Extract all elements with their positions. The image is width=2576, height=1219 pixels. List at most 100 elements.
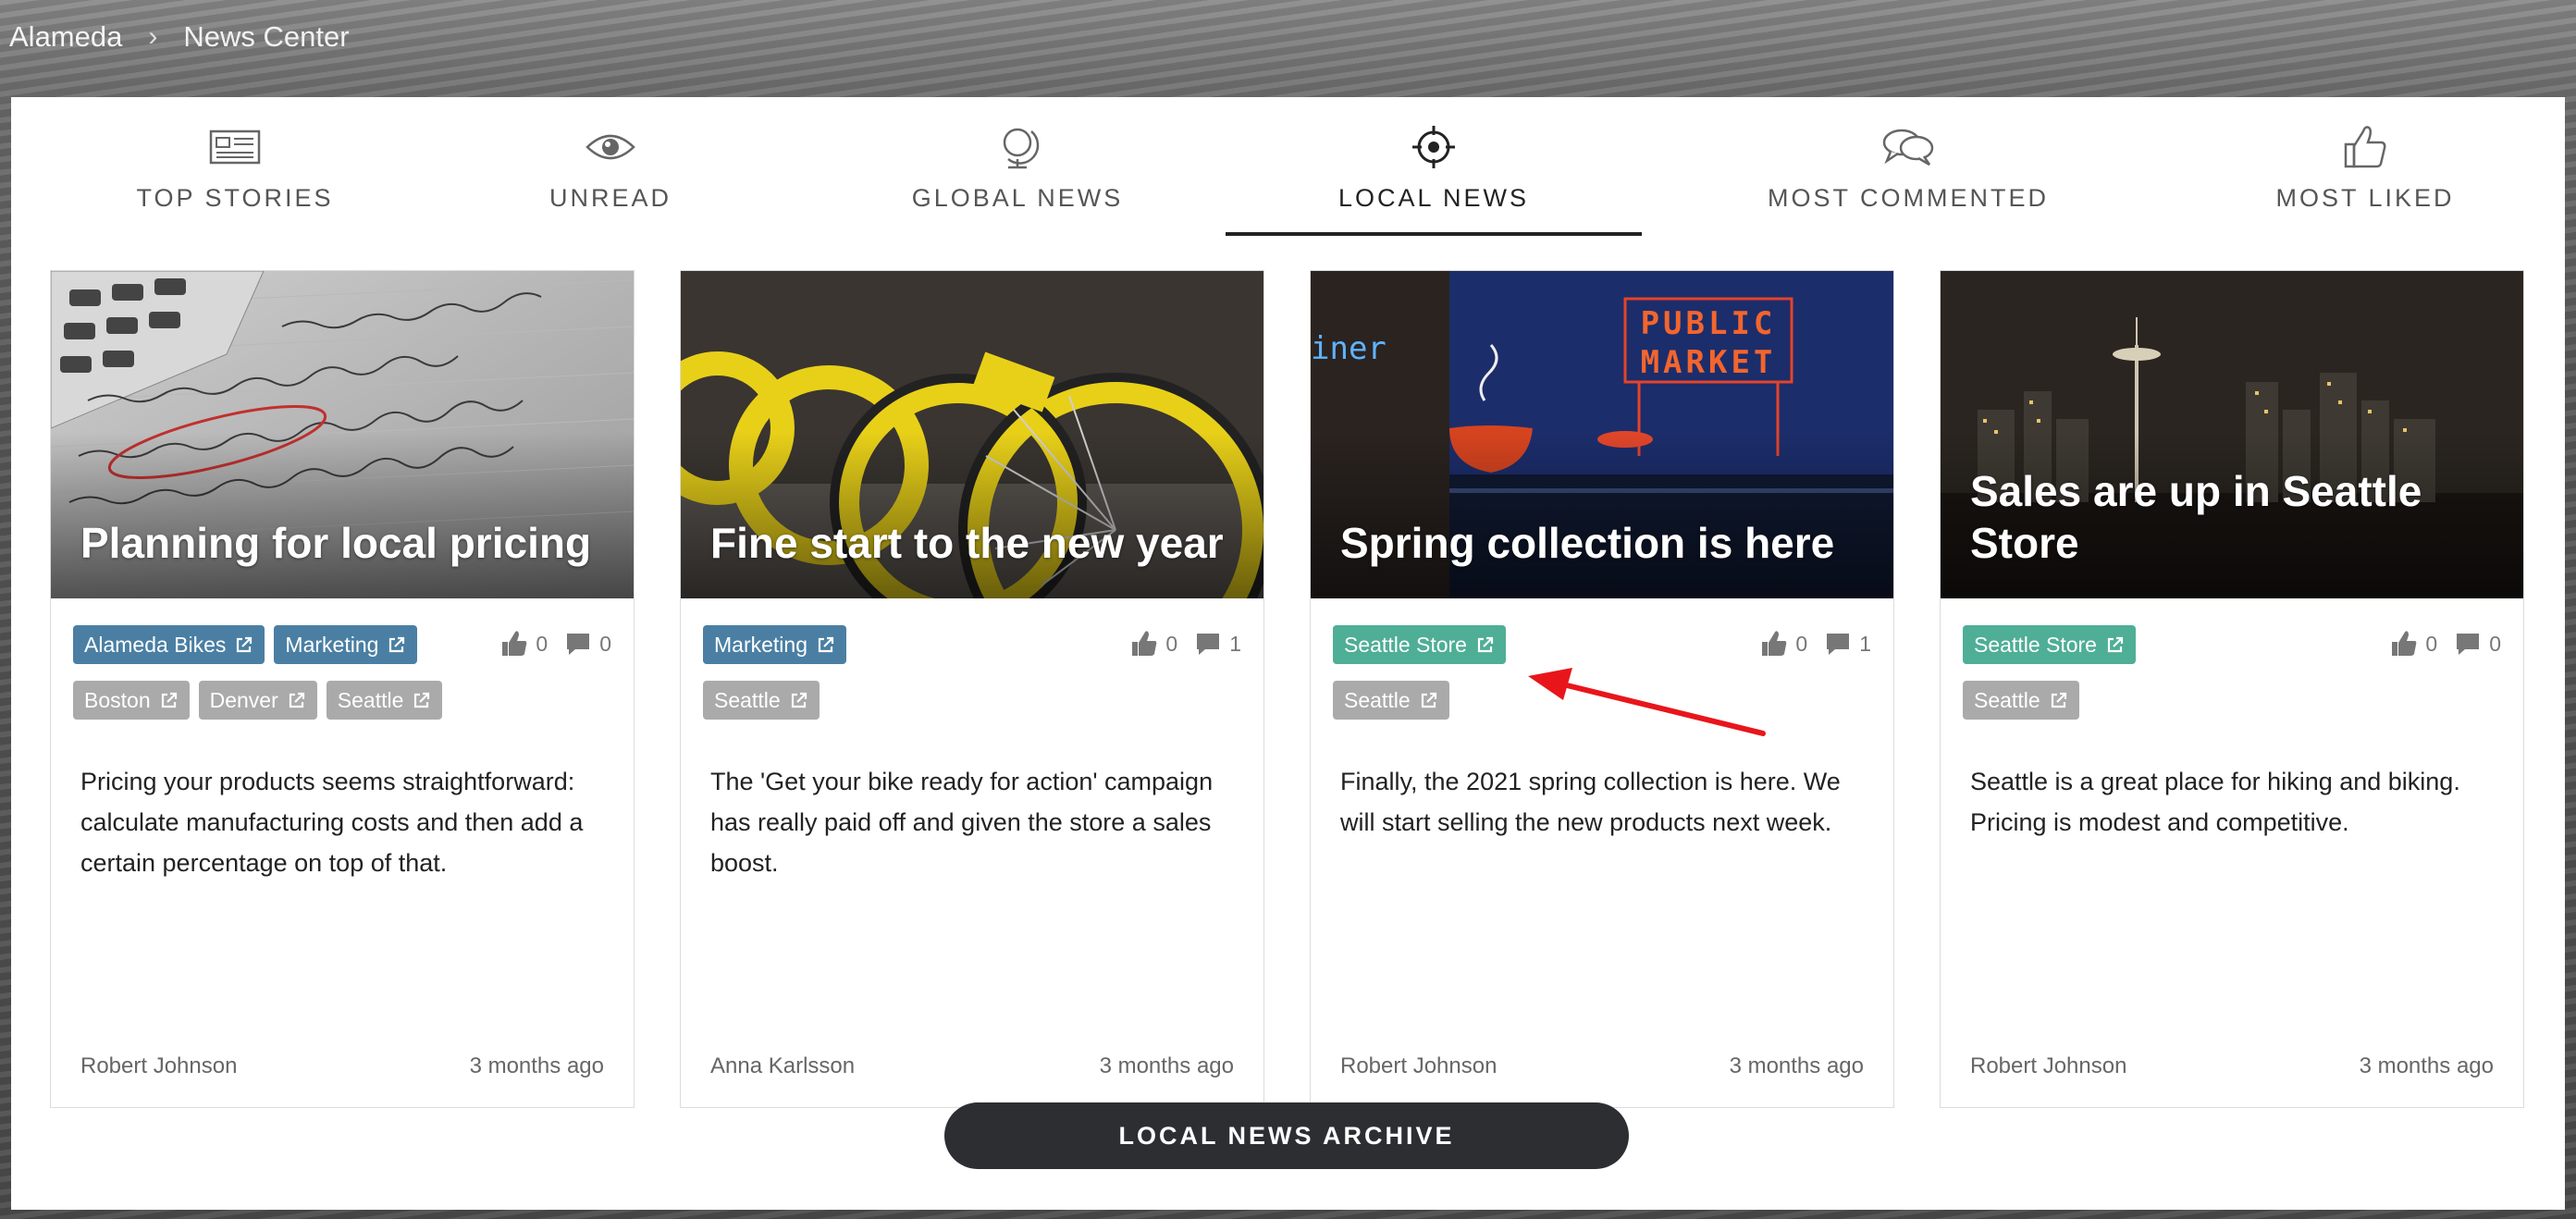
card-title[interactable]: Spring collection is here <box>1340 517 1871 569</box>
tag-marketing[interactable]: Marketing <box>703 625 846 664</box>
tab-global-news[interactable]: GLOBAL NEWS <box>809 97 1226 236</box>
tag-label: Denver <box>209 687 278 712</box>
tag-boston[interactable]: Boston <box>73 681 190 720</box>
tag-list: Seattle Store Seattle <box>1963 625 2351 736</box>
external-link-icon <box>389 636 405 653</box>
like-count: 0 <box>536 631 548 656</box>
image-shade <box>1311 432 1893 598</box>
external-link-icon <box>2107 636 2124 653</box>
tab-top-stories[interactable]: TOP STORIES <box>27 97 443 236</box>
tag-alameda-bikes[interactable]: Alameda Bikes <box>73 625 265 664</box>
news-card[interactable]: Fine start to the new year Marketing Sea… <box>680 270 1264 1108</box>
card-excerpt: Finally, the 2021 spring collection is h… <box>1340 768 1841 836</box>
external-link-icon <box>237 636 253 653</box>
image-shade <box>51 432 634 598</box>
tag-seattle[interactable]: Seattle <box>1333 681 1449 720</box>
card-image-yellow-bikes: Fine start to the new year <box>681 271 1263 598</box>
news-card[interactable]: Planning for local pricing Alameda Bikes… <box>50 270 635 1108</box>
tab-label: GLOBAL NEWS <box>911 184 1124 212</box>
tag-label: Seattle <box>1974 687 2040 712</box>
card-title[interactable]: Sales are up in Seattle Store <box>1970 465 2501 569</box>
tab-label: MOST LIKED <box>2275 184 2455 212</box>
tab-label: TOP STORIES <box>136 184 334 212</box>
tab-label: MOST COMMENTED <box>1768 184 2049 212</box>
tag-label: Marketing <box>285 632 379 657</box>
comment-count: 1 <box>1859 631 1871 656</box>
tag-denver[interactable]: Denver <box>198 681 317 720</box>
breadcrumb-current: News Center <box>183 20 350 53</box>
crosshair-icon <box>1406 123 1461 171</box>
tag-seattle-store[interactable]: Seattle Store <box>1333 625 1506 664</box>
comment-count: 1 <box>1229 631 1241 656</box>
tag-seattle[interactable]: Seattle <box>326 681 443 720</box>
news-card[interactable]: iner PUBLIC MARKET Spring collection is … <box>1310 270 1894 1108</box>
thumbs-up-icon[interactable] <box>2390 630 2418 658</box>
card-timestamp: 3 months ago <box>1099 1053 1234 1078</box>
tab-bar: TOP STORIES UNREAD GLOBAL NEWS LOCAL NEW… <box>11 97 2565 236</box>
card-author: Robert Johnson <box>1340 1053 1498 1078</box>
engagement-counts: 0 0 <box>2390 628 2501 659</box>
external-link-icon <box>791 692 807 708</box>
thumbs-up-icon <box>2337 123 2393 171</box>
breadcrumb-root-link[interactable]: Alameda <box>9 20 122 54</box>
card-title[interactable]: Fine start to the new year <box>710 517 1241 569</box>
svg-text:MARKET: MARKET <box>1641 344 1777 381</box>
engagement-counts: 0 1 <box>1130 628 1241 659</box>
local-news-archive-button[interactable]: LOCAL NEWS ARCHIVE <box>944 1102 1629 1169</box>
thumbs-up-icon[interactable] <box>500 630 528 658</box>
tab-label: LOCAL NEWS <box>1337 184 1530 212</box>
comment-icon[interactable] <box>1824 630 1852 658</box>
tag-label: Boston <box>84 687 151 712</box>
external-link-icon <box>1477 636 1494 653</box>
tab-most-liked[interactable]: MOST LIKED <box>2157 97 2573 236</box>
tag-label: Seattle <box>337 687 404 712</box>
tab-most-commented[interactable]: MOST COMMENTED <box>1700 97 2116 236</box>
external-link-icon <box>161 692 177 708</box>
news-center-panel: TOP STORIES UNREAD GLOBAL NEWS LOCAL NEW… <box>11 97 2565 1210</box>
comment-icon[interactable] <box>2454 630 2482 658</box>
tag-label: Seattle <box>714 687 781 712</box>
globe-icon <box>990 123 1045 171</box>
card-timestamp: 3 months ago <box>2359 1053 2494 1078</box>
comment-count: 0 <box>599 631 611 656</box>
tag-seattle[interactable]: Seattle <box>703 681 820 720</box>
external-link-icon <box>289 692 304 708</box>
card-author: Robert Johnson <box>80 1053 238 1078</box>
image-shade <box>681 432 1263 598</box>
svg-text:PUBLIC: PUBLIC <box>1641 305 1777 342</box>
card-excerpt: Seattle is a great place for hiking and … <box>1970 768 2460 836</box>
news-card[interactable]: Sales are up in Seattle Store Seattle St… <box>1940 270 2524 1108</box>
tag-marketing[interactable]: Marketing <box>274 625 418 664</box>
external-link-icon <box>414 692 430 708</box>
card-excerpt: Pricing your products seems straightforw… <box>80 768 584 877</box>
tag-seattle[interactable]: Seattle <box>1963 681 2079 720</box>
tag-seattle-store[interactable]: Seattle Store <box>1963 625 2136 664</box>
thumbs-up-icon[interactable] <box>1130 630 1158 658</box>
like-count: 0 <box>1165 631 1178 656</box>
card-author: Robert Johnson <box>1970 1053 2127 1078</box>
tag-list: Seattle Store Seattle <box>1333 625 1721 736</box>
breadcrumb-separator: › <box>148 21 158 52</box>
card-image-public-market: iner PUBLIC MARKET Spring collection is … <box>1311 271 1893 598</box>
like-count: 0 <box>1795 631 1808 656</box>
tag-label: Seattle Store <box>1974 632 2097 657</box>
eye-icon <box>583 123 638 171</box>
card-title[interactable]: Planning for local pricing <box>80 517 611 569</box>
chat-bubbles-icon <box>1880 123 1936 171</box>
engagement-counts: 0 0 <box>500 628 611 659</box>
newspaper-icon <box>207 123 263 171</box>
tab-local-news[interactable]: LOCAL NEWS <box>1226 97 1642 236</box>
thumbs-up-icon[interactable] <box>1760 630 1788 658</box>
tag-label: Alameda Bikes <box>84 632 227 657</box>
comment-icon[interactable] <box>1194 630 1222 658</box>
card-excerpt: The 'Get your bike ready for action' cam… <box>710 768 1214 877</box>
tab-unread[interactable]: UNREAD <box>402 97 819 236</box>
external-link-icon <box>2051 692 2066 708</box>
card-timestamp: 3 months ago <box>469 1053 604 1078</box>
tag-list: Marketing Seattle <box>703 625 1091 736</box>
tab-label: UNREAD <box>548 184 672 212</box>
comment-icon[interactable] <box>564 630 592 658</box>
external-link-icon <box>818 636 834 653</box>
engagement-counts: 0 1 <box>1760 628 1871 659</box>
tag-label: Seattle <box>1344 687 1411 712</box>
